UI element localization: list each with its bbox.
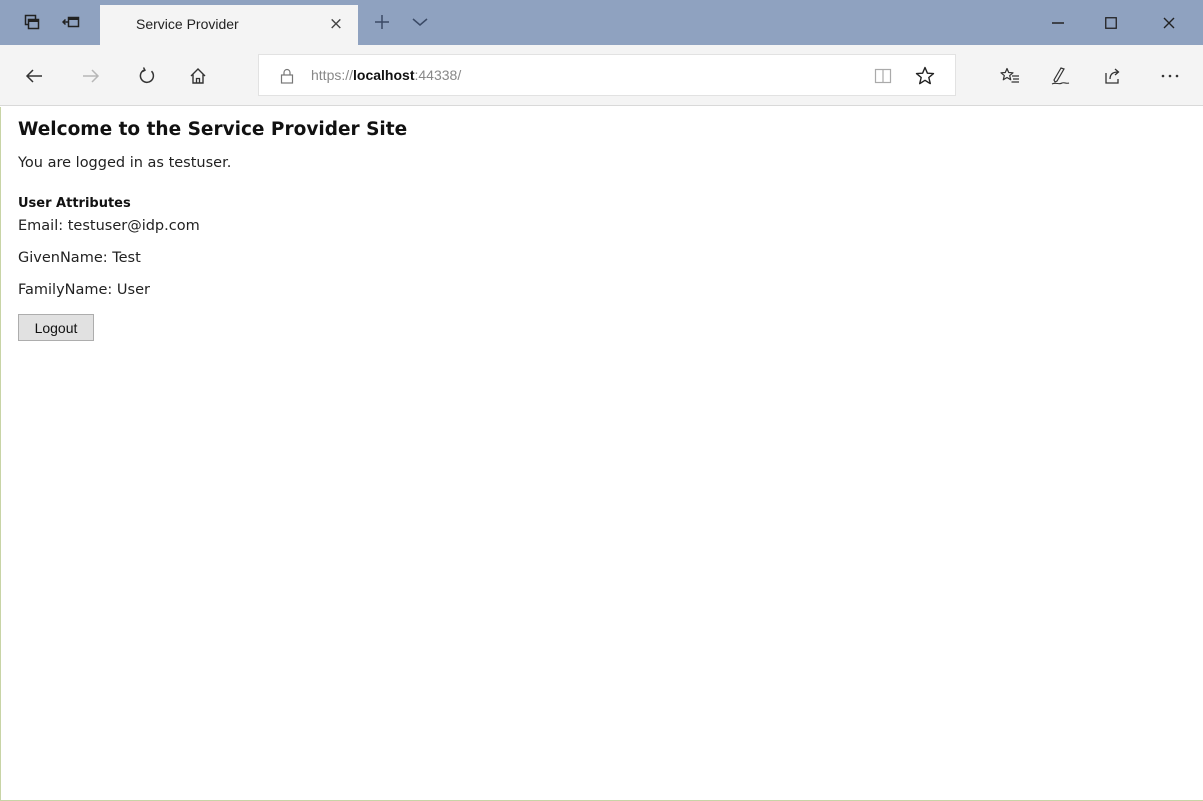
title-bar: Service Provider × xyxy=(0,0,1203,45)
tab-service-provider[interactable]: Service Provider × xyxy=(100,5,358,45)
login-status-text: You are logged in as testuser. xyxy=(18,155,232,171)
maximize-icon[interactable] xyxy=(1088,0,1134,45)
attribute-given-name: GivenName: Test xyxy=(18,250,141,266)
user-attributes-heading: User Attributes xyxy=(18,196,131,211)
more-options-icon[interactable] xyxy=(1156,62,1184,90)
tab-close-icon[interactable]: × xyxy=(326,14,346,34)
chevron-down-icon[interactable] xyxy=(408,10,432,34)
url-text[interactable]: https://localhost:44338/ xyxy=(311,67,461,83)
tab-title: Service Provider xyxy=(136,16,239,32)
web-page: Welcome to the Service Provider Site You… xyxy=(0,107,1203,801)
back-arrow-icon[interactable] xyxy=(20,62,48,90)
favorites-hub-icon[interactable] xyxy=(996,62,1024,90)
navigation-bar: https://localhost:44338/ xyxy=(0,45,1203,106)
share-icon[interactable] xyxy=(1099,62,1127,90)
page-title: Welcome to the Service Provider Site xyxy=(18,119,408,140)
url-scheme: https:// xyxy=(311,67,354,83)
refresh-icon[interactable] xyxy=(133,62,161,90)
reading-view-icon[interactable] xyxy=(873,66,893,86)
home-icon[interactable] xyxy=(184,62,212,90)
favorite-star-icon[interactable] xyxy=(913,64,937,88)
minimize-icon[interactable] xyxy=(1035,0,1081,45)
url-port: :44338/ xyxy=(414,67,462,83)
attribute-family-name: FamilyName: User xyxy=(18,282,150,298)
lock-icon xyxy=(279,68,295,84)
url-host: localhost xyxy=(353,67,415,83)
new-tab-plus-icon[interactable] xyxy=(370,10,394,34)
set-aside-tabs-icon[interactable] xyxy=(61,12,81,32)
logout-button[interactable]: Logout xyxy=(18,314,94,341)
attribute-email: Email: testuser@idp.com xyxy=(18,218,200,234)
address-bar[interactable]: https://localhost:44338/ xyxy=(258,54,956,96)
close-icon[interactable] xyxy=(1146,0,1192,45)
forward-arrow-icon[interactable] xyxy=(77,62,105,90)
tab-actions-icon[interactable] xyxy=(22,12,42,32)
web-note-pen-icon[interactable] xyxy=(1046,62,1074,90)
